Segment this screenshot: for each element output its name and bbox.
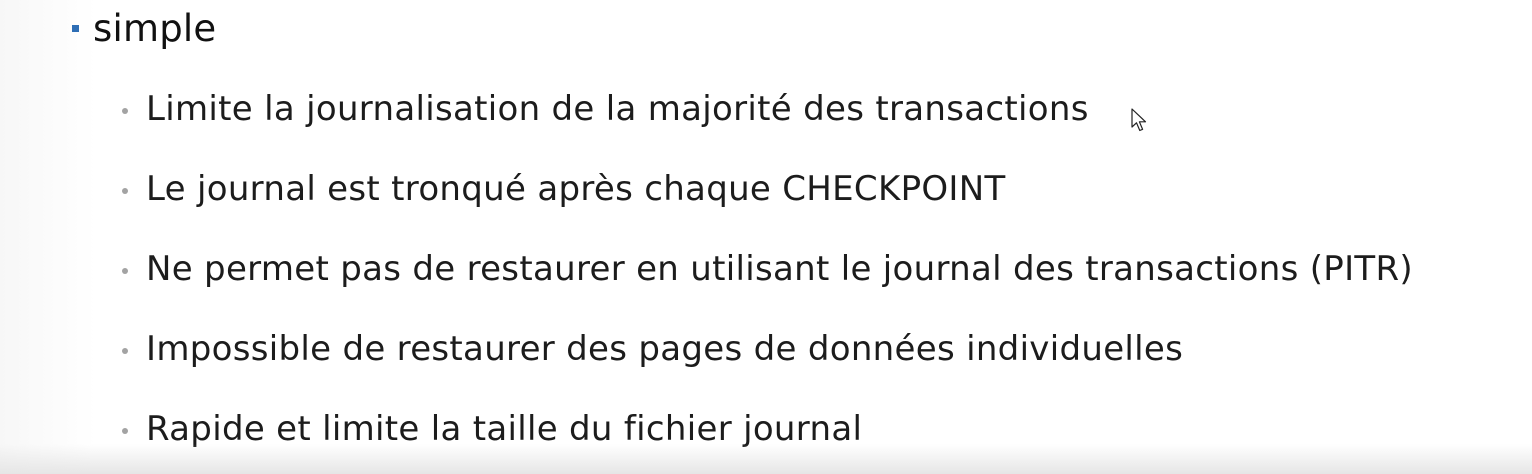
square-bullet-icon bbox=[72, 24, 79, 32]
list-item-text: Rapide et limite la taille du fichier jo… bbox=[146, 409, 863, 449]
list-item-text: Impossible de restaurer des pages de don… bbox=[146, 329, 1184, 369]
slide: simple Limite la journalisation de la ma… bbox=[0, 0, 1532, 474]
dot-bullet-icon bbox=[122, 268, 128, 274]
list-item: Ne permet pas de restaurer en utilisant … bbox=[122, 242, 1413, 296]
dot-bullet-icon bbox=[122, 428, 128, 434]
list-item: Limite la journalisation de la majorité … bbox=[122, 82, 1413, 136]
dot-bullet-icon bbox=[122, 188, 128, 194]
section-heading: simple bbox=[72, 4, 216, 52]
list-item: Le journal est tronqué après chaque CHEC… bbox=[122, 162, 1413, 216]
left-shade bbox=[0, 0, 96, 474]
mouse-pointer-icon bbox=[1131, 108, 1147, 132]
bullet-list: Limite la journalisation de la majorité … bbox=[122, 82, 1413, 474]
list-item: Impossible de restaurer des pages de don… bbox=[122, 322, 1413, 376]
list-item-text: Ne permet pas de restaurer en utilisant … bbox=[146, 249, 1413, 289]
heading-text: simple bbox=[93, 6, 217, 50]
list-item-text: Limite la journalisation de la majorité … bbox=[146, 89, 1089, 129]
dot-bullet-icon bbox=[122, 348, 128, 354]
list-item-text: Le journal est tronqué après chaque CHEC… bbox=[146, 169, 1006, 209]
bottom-fade bbox=[0, 444, 1532, 474]
dot-bullet-icon bbox=[122, 108, 128, 114]
